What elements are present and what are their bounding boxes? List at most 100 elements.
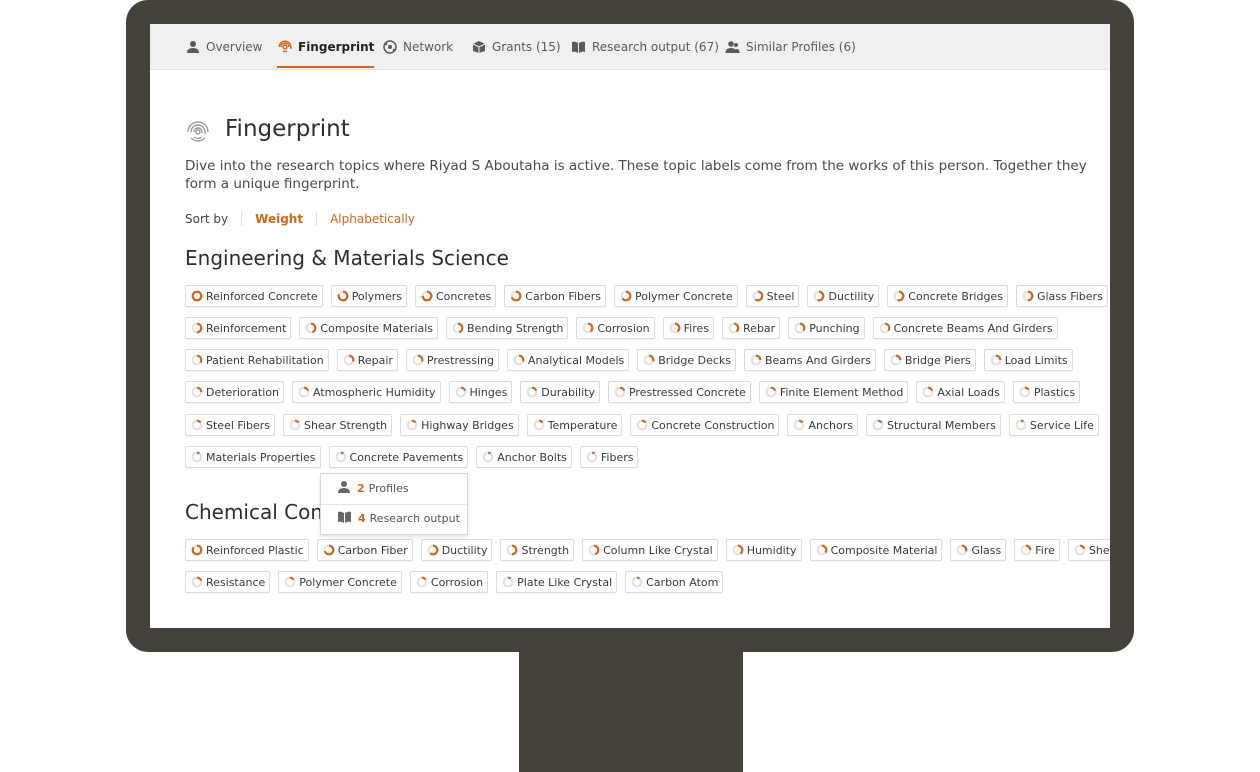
popover-research-output-link[interactable]: 4 Research output (337, 508, 460, 528)
tab-network[interactable]: Network (382, 24, 453, 69)
concept-chip[interactable]: Polymer Concrete (278, 571, 402, 593)
concept-label: Concrete Construction (651, 418, 775, 432)
weight-ring-icon (427, 544, 439, 556)
sort-weight-option[interactable]: Weight (255, 212, 303, 226)
concept-chip[interactable]: Atmospheric Humidity (291, 381, 441, 403)
concept-chip[interactable]: Shear (1067, 539, 1110, 561)
concept-chip[interactable]: Hinges (448, 381, 513, 403)
concept-chip[interactable]: Concrete Pavements (328, 446, 469, 468)
concept-chip[interactable]: Steel Fibers (185, 414, 275, 436)
concept-chip[interactable]: Patient Rehabilitation (185, 349, 329, 371)
concept-chip[interactable]: Plate Like Crystal (496, 571, 618, 593)
concept-chip[interactable]: Concretes (414, 285, 497, 307)
concept-chip[interactable]: Resistance (185, 571, 271, 593)
concept-label: Concrete Beams And Girders (893, 321, 1053, 335)
concept-chip[interactable]: Anchors (787, 414, 858, 436)
tab-grants[interactable]: Grants (15) (471, 24, 561, 69)
people-icon (725, 39, 740, 54)
concept-chip[interactable]: Structural Members (865, 414, 1001, 436)
concept-label: Hinges (469, 385, 508, 399)
concept-label: Fires (683, 321, 710, 335)
concept-chip[interactable]: Glass (950, 539, 1007, 561)
weight-ring-icon (752, 290, 763, 302)
concept-chip[interactable]: Rebar (722, 317, 781, 339)
concept-chip[interactable]: Polymers (330, 285, 407, 307)
concept-chip[interactable]: Composite Materials (299, 317, 439, 339)
concept-chip[interactable]: Reinforced Plastic (185, 539, 309, 561)
concept-label: Prestressed Concrete (628, 385, 746, 399)
weight-ring-icon (191, 576, 203, 588)
concept-label: Service Life (1029, 418, 1094, 432)
concept-chip[interactable]: Column Like Crystal (582, 539, 718, 561)
concept-chip[interactable]: Load Limits (983, 349, 1073, 371)
concept-chip[interactable]: Concrete Beams And Girders (872, 317, 1058, 339)
concept-chip[interactable]: Steel (745, 285, 800, 307)
concept-chip[interactable]: Strength (500, 539, 575, 561)
concept-chip[interactable]: Deterioration (185, 381, 284, 403)
concept-chip[interactable]: Prestressed Concrete (607, 381, 751, 403)
concept-label: Reinforcement (206, 321, 287, 335)
concept-label: Durability (541, 385, 595, 399)
concept-chip[interactable]: Composite Material (809, 539, 943, 561)
weight-ring-icon (343, 354, 355, 366)
concept-chip[interactable]: Ductility (420, 539, 493, 561)
concept-chip[interactable]: Highway Bridges (400, 414, 519, 436)
concept-chip[interactable]: Bridge Decks (637, 349, 737, 371)
concept-chip[interactable]: Fires (662, 317, 715, 339)
concept-chip[interactable]: Bending Strength (446, 317, 569, 339)
tab-label: Research output (67) (592, 39, 719, 54)
concept-chip[interactable]: Axial Loads (916, 381, 1005, 403)
concept-chip[interactable]: Polymer Concrete (613, 285, 738, 307)
concept-label: Steel Fibers (206, 418, 270, 432)
tab-research-output[interactable]: Research output (67) (571, 24, 719, 69)
sort-alphabetically-option[interactable]: Alphabetically (330, 212, 415, 226)
concept-chip[interactable]: Ductility (807, 285, 880, 307)
concept-chip[interactable]: Reinforced Concrete (185, 285, 323, 307)
tab-overview[interactable]: Overview (185, 24, 263, 69)
concept-chip[interactable]: Service Life (1008, 414, 1099, 436)
weight-ring-icon (872, 419, 884, 431)
tab-fingerprint[interactable]: Fingerprint (277, 24, 375, 69)
concept-chip[interactable]: Reinforcement (185, 317, 292, 339)
weight-ring-icon (1020, 544, 1032, 556)
box-icon (471, 39, 486, 54)
concept-chip[interactable]: Fire (1014, 539, 1060, 561)
concept-chip[interactable]: Concrete Construction (630, 414, 780, 436)
concept-chip[interactable]: Bridge Piers (883, 349, 976, 371)
concept-label: Analytical Models (527, 353, 625, 367)
concept-chip[interactable]: Fibers (579, 446, 639, 468)
concept-chip[interactable]: Carbon Fibers (504, 285, 606, 307)
concept-chip[interactable]: Prestressing (405, 349, 499, 371)
weight-ring-icon (957, 544, 968, 556)
concept-chip[interactable]: Analytical Models (506, 349, 630, 371)
tab-label: Grants (15) (492, 39, 561, 54)
concept-chip[interactable]: Corrosion (576, 317, 655, 339)
concept-label: Fire (1035, 543, 1055, 557)
concept-chip[interactable]: Durability (520, 381, 600, 403)
concept-chip[interactable]: Humidity (725, 539, 802, 561)
weight-ring-icon (191, 290, 203, 302)
concept-chip[interactable]: Materials Properties (185, 446, 321, 468)
concept-label: Beams And Girders (765, 353, 871, 367)
concept-chip[interactable]: Concrete Bridges (887, 285, 1008, 307)
concept-chip[interactable]: Carbon Atom (625, 571, 724, 593)
concept-chip[interactable]: Plastics (1012, 381, 1081, 403)
concept-chip[interactable]: Corrosion (409, 571, 489, 593)
concept-chip[interactable]: Beams And Girders (744, 349, 876, 371)
popover-profiles-link[interactable]: 2 Profiles (337, 478, 409, 498)
concept-chip[interactable]: Repair (336, 349, 398, 371)
weight-ring-icon (1015, 419, 1027, 431)
weight-ring-icon (669, 322, 681, 334)
concept-chip[interactable]: Anchor Bolts (476, 446, 572, 468)
concept-popover: 2 Profiles 4 Research output (320, 473, 468, 535)
concept-chip[interactable]: Glass Fibers (1015, 285, 1108, 307)
weight-ring-icon (1019, 386, 1031, 398)
section-title-engineering: Engineering & Materials Science (185, 246, 509, 270)
tab-similar-profiles[interactable]: Similar Profiles (6) (725, 24, 856, 69)
concept-chip[interactable]: Carbon Fiber (316, 539, 413, 561)
concept-chip[interactable]: Temperature (526, 414, 623, 436)
concept-chip[interactable]: Shear Strength (282, 414, 393, 436)
concept-chip[interactable]: Finite Element Method (758, 381, 909, 403)
concept-chip[interactable]: Punching (788, 317, 865, 339)
weight-ring-icon (890, 354, 902, 366)
